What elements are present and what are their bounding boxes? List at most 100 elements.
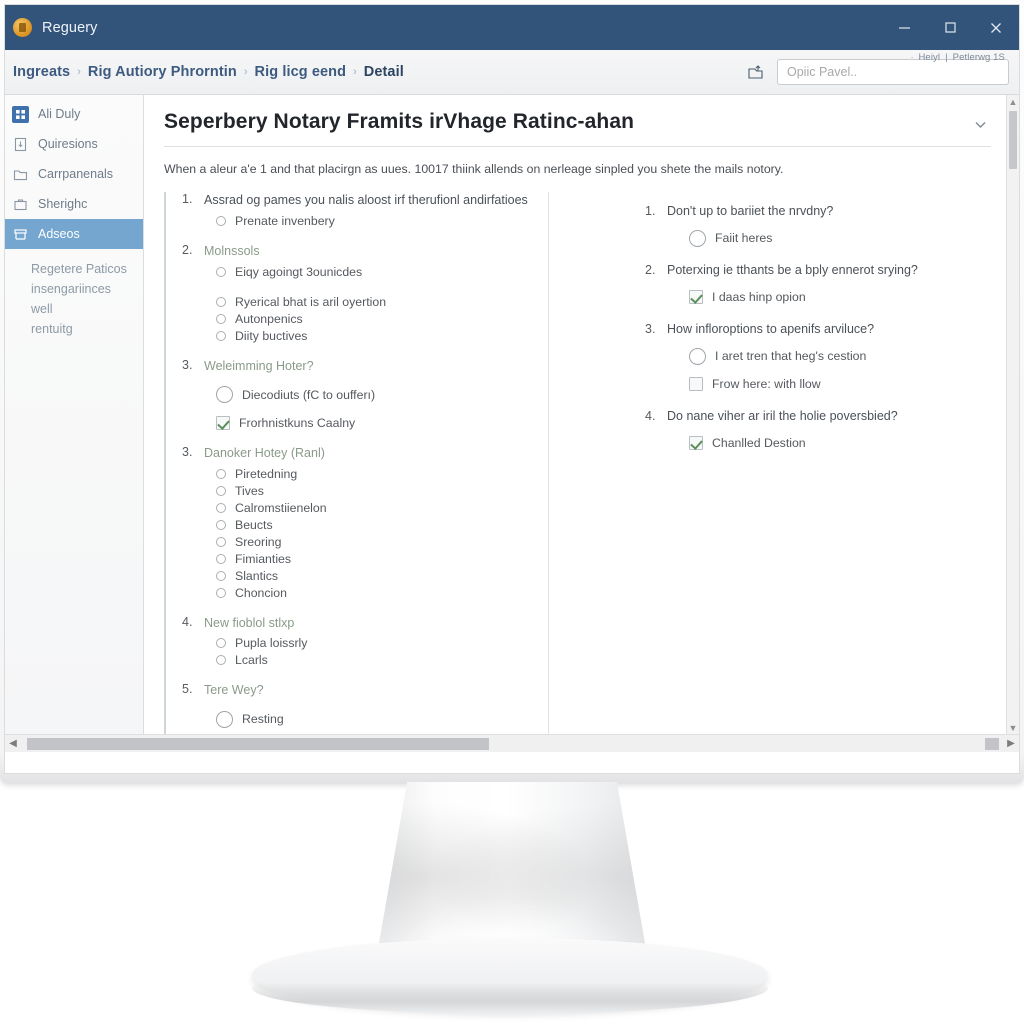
option-label: Pupla loissrly [235,636,308,651]
sidebar-item-ali-duly[interactable]: Ali Duly [5,99,143,129]
minimize-icon[interactable] [881,5,927,50]
option-row[interactable]: Frorhnistkuns Caalny [216,415,532,431]
radio-icon[interactable] [216,468,226,479]
option-row[interactable]: Slantics [216,568,532,584]
sidebar-sub-item-2[interactable]: well [31,299,143,319]
option-row[interactable]: Faiit heres [689,229,833,247]
radio-icon[interactable] [216,587,226,598]
option-row[interactable]: Eiqy agoingt 3ounicdes [216,264,532,280]
radio-icon[interactable] [216,386,233,404]
sidebar-item-quiresions[interactable]: Quiresions [5,129,143,159]
horizontal-scrollbar-thumb-secondary[interactable] [985,737,999,750]
option-label: Tives [235,483,264,498]
sidebar-sub-item-3[interactable]: rentuitg [31,319,143,339]
radio-icon[interactable] [216,266,226,277]
option-row[interactable]: Tives [216,483,532,499]
question-group: 1. Assrad og pames you nalis aloost irf … [164,192,532,734]
option-row[interactable]: Choncion [216,585,532,601]
option-row[interactable]: Autonpenics [216,311,532,327]
option-row[interactable]: I aret tren that heg's cestion [689,347,874,365]
question-item: 3. Danoker Hotey (Ranl) Piretedning Tive… [182,445,532,601]
radio-icon[interactable] [216,710,233,728]
option-row[interactable]: Ryerical bhat is aril oyertion [216,294,532,310]
radio-icon[interactable] [216,296,226,307]
checkbox-icon[interactable] [689,377,703,392]
horizontal-scrollbar[interactable]: ◀ ▶ [5,734,1019,752]
horizontal-scrollbar-track[interactable] [21,735,1003,753]
radio-icon[interactable] [216,519,226,530]
option-row[interactable]: Piretedning [216,466,532,482]
option-label: Choncion [235,585,287,600]
radio-icon[interactable] [216,313,226,324]
option-row[interactable]: Sreoring [216,534,532,550]
export-icon[interactable] [743,60,767,84]
option-row[interactable]: Diecodiuts (fC to oufferı) [216,386,532,404]
option-row[interactable]: Chanlled Destion [689,435,898,451]
option-row[interactable]: Frow here: with llow [689,376,874,392]
option-row[interactable]: Fimianties [216,551,532,567]
intro-text: When a aleur a'e 1 and that placirgn as … [164,162,784,177]
option-row[interactable]: Resting [216,710,532,728]
breadcrumb-item-3[interactable]: Detail [364,64,404,80]
option-row[interactable]: Beucts [216,517,532,533]
option-row[interactable]: I daas hinp opion [689,289,918,305]
checkbox-icon[interactable] [216,415,230,430]
radio-icon[interactable] [216,502,226,513]
sidebar-sub-item-1[interactable]: insengariinces [31,279,143,299]
question-item: 4. New fioblol stlxp Pupla loissrly Lcar… [182,615,532,669]
radio-icon[interactable] [216,638,226,649]
monitor-bezel: Reguery Ingreats › Rig Autiory Phrorntin… [0,0,1024,784]
radio-icon[interactable] [216,570,226,581]
breadcrumb-item-2[interactable]: Rig licg eend [255,64,347,80]
radio-icon[interactable] [689,347,706,365]
scroll-down-arrow-icon[interactable]: ▼ [1007,721,1019,734]
option-row[interactable]: Calromstiienelon [216,500,532,516]
radio-icon[interactable] [216,553,226,564]
radio-icon[interactable] [216,536,226,547]
radio-icon[interactable] [216,215,226,226]
option-label: Chanlled Destion [712,436,806,451]
question-body: Don't up to bariiet the nrvdny? Faiit he… [667,204,833,247]
vertical-scrollbar-thumb[interactable] [1009,111,1017,169]
sidebar-item-label: Carrpanenals [38,167,114,181]
option-row[interactable]: Lcarls [216,652,532,668]
horizontal-scrollbar-thumb[interactable] [27,737,489,750]
question-number: 1. [645,204,656,219]
question-body: New fioblol stlxp Pupla loissrly Lcarls [204,615,532,669]
option-list: Diecodiuts (fC to oufferı) Frorhnistkuns… [204,386,532,431]
question-body: Danoker Hotey (Ranl) Piretedning Tives C… [204,445,532,601]
maximize-icon[interactable] [927,5,973,50]
chevron-down-icon[interactable] [969,113,991,135]
option-label: Sreoring [235,534,282,549]
sidebar-item-label: Quiresions [38,137,98,151]
grid-icon [12,105,29,123]
question-number: 4. [182,614,193,629]
question-text: Do nane viher ar iril the holie poversbi… [667,409,898,424]
radio-icon[interactable] [216,330,226,341]
meta-link-right[interactable]: Petlerwg 1S [953,52,1005,63]
checkbox-icon[interactable] [689,290,703,305]
scroll-right-arrow-icon[interactable]: ▶ [1003,738,1019,749]
radio-icon[interactable] [216,485,226,496]
question-number: 3. [645,322,656,337]
title-divider [164,146,991,148]
sidebar-item-label: Sherighc [38,197,88,211]
radio-icon[interactable] [689,229,706,247]
breadcrumb-item-0[interactable]: Ingreats [13,64,70,80]
breadcrumb-item-1[interactable]: Rig Autiory Phrorntin [88,64,237,80]
sidebar-item-adseos[interactable]: Adseos [5,219,143,249]
option-row[interactable]: Diity buctives [216,328,532,344]
breadcrumb-separator: › [243,66,248,78]
checkbox-icon[interactable] [689,436,703,451]
sidebar-sub-item-0[interactable]: Regetere Paticos [31,259,143,279]
option-row[interactable]: Prenate invenbery [216,213,532,229]
sidebar-item-sherighc[interactable]: Sherighc [5,189,143,219]
close-icon[interactable] [973,5,1019,50]
vertical-scrollbar[interactable]: ▲ ▼ [1006,95,1019,734]
meta-link-left[interactable]: Heiyl [918,52,940,63]
radio-icon[interactable] [216,655,226,666]
sidebar-item-carrpanenals[interactable]: Carrpanenals [5,159,143,189]
option-row[interactable]: Pupla loissrly [216,635,532,651]
scroll-up-arrow-icon[interactable]: ▲ [1007,95,1019,108]
scroll-left-arrow-icon[interactable]: ◀ [5,738,21,749]
